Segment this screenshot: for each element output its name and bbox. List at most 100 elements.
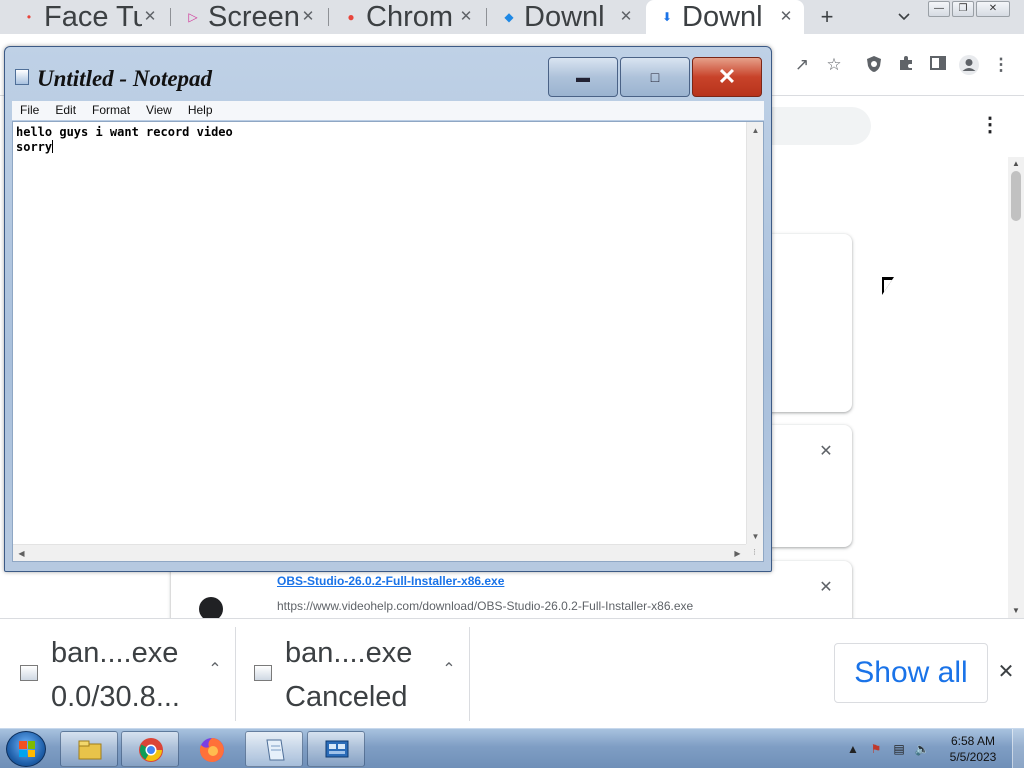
download-file-link[interactable]: OBS-Studio-26.0.2-Full-Installer-x86.exe (277, 574, 504, 588)
close-button[interactable]: ✕ (692, 57, 762, 97)
restore-icon[interactable]: ❐ (952, 1, 974, 17)
horizontal-scrollbar[interactable]: ◀ ▶ (13, 544, 746, 561)
scroll-right-arrow-icon[interactable]: ▶ (729, 545, 746, 562)
notepad-text[interactable]: hello guys i want record video sorry (16, 125, 744, 545)
menu-help[interactable]: Help (180, 101, 221, 120)
close-icon[interactable]: ✕ (818, 441, 834, 461)
minimize-button[interactable]: ▬ (548, 57, 618, 97)
text-line: hello guys i want record video (16, 125, 233, 139)
tab-downloads-active[interactable]: ⬇ Downl ✕ (646, 0, 804, 34)
star-icon[interactable]: ☆ (823, 54, 845, 76)
chrome-icon (139, 738, 163, 762)
tab-title: Downl (682, 1, 763, 33)
explorer-icon (78, 740, 102, 760)
ublock-shield-icon[interactable] (863, 54, 885, 76)
taskbar-control-panel[interactable] (307, 731, 365, 767)
clock-time: 6:58 AM (950, 734, 996, 748)
text-line: sorry (16, 140, 53, 154)
tab-title: Face Tu (44, 1, 142, 33)
show-hidden-icons-icon[interactable]: ▲ (845, 741, 861, 757)
close-icon[interactable]: ✕ (458, 0, 474, 34)
tab-title: Downl (524, 1, 605, 33)
taskbar-chrome[interactable] (121, 731, 179, 767)
close-icon[interactable]: ✕ (142, 0, 158, 34)
tab-separator (170, 8, 171, 26)
chrome-favicon-icon: ● (347, 10, 355, 24)
download-item[interactable]: ban....exe 0.0/30.8... ⌃ (2, 627, 236, 721)
minimize-icon[interactable]: — (928, 1, 950, 17)
more-menu-icon[interactable]: ⋮ (990, 54, 1012, 76)
tab-chrom[interactable]: ● Chrom ✕ (330, 0, 484, 34)
firefox-icon (199, 738, 224, 762)
share-icon[interactable]: ↗ (791, 54, 813, 76)
mouse-cursor-fill (884, 280, 892, 292)
maximize-button[interactable]: □ (620, 57, 690, 97)
action-center-flag-icon[interactable]: ⚑ (868, 741, 884, 757)
more-actions-icon[interactable]: ⋮ (980, 115, 1000, 135)
download-arrow-icon: ⬇ (661, 10, 673, 24)
close-icon[interactable]: ✕ (778, 0, 794, 34)
taskbar-firefox[interactable] (182, 731, 240, 767)
chevron-down-icon[interactable] (894, 6, 914, 26)
notepad-titlebar[interactable]: Untitled - Notepad ▬ □ ✕ (5, 47, 771, 101)
tab-downl[interactable]: ◆ Downl ✕ (488, 0, 644, 34)
show-desktop-button[interactable] (1012, 729, 1024, 768)
exe-file-icon (254, 665, 272, 681)
taskbar-notepad[interactable] (245, 731, 303, 767)
screencast-favicon-icon: ▷ (188, 10, 198, 24)
dot-favicon-icon: • (26, 10, 32, 24)
scroll-down-arrow-icon[interactable]: ▼ (747, 528, 764, 545)
notepad-window: Untitled - Notepad ▬ □ ✕ File Edit Forma… (4, 46, 772, 572)
scroll-up-arrow-icon[interactable]: ▲ (1008, 157, 1024, 171)
side-panel-icon[interactable] (927, 54, 949, 76)
tab-title: Screen (208, 1, 300, 33)
tab-separator (486, 8, 487, 26)
resize-grip-icon[interactable]: ⁝ (746, 544, 763, 561)
taskbar-clock[interactable]: 6:58 AM 5/5/2023 (940, 733, 1006, 765)
download-name: ban....exe (51, 637, 179, 669)
windows-logo-icon (19, 741, 35, 757)
tab-title: Chrom (366, 1, 454, 33)
close-icon[interactable]: ✕ (300, 0, 316, 34)
close-icon[interactable]: ✕ (618, 0, 634, 34)
scroll-up-arrow-icon[interactable]: ▲ (747, 122, 764, 139)
chevron-up-icon[interactable]: ⌃ (206, 659, 224, 679)
windows-taskbar: ▲ ⚑ ▤ 🔈 6:58 AM 5/5/2023 (0, 728, 1024, 768)
close-icon[interactable]: ✕ (818, 577, 834, 597)
network-icon[interactable]: ▤ (891, 741, 907, 757)
tab-screen[interactable]: ▷ Screen ✕ (172, 0, 326, 34)
download-item[interactable]: ban....exe Canceled ⌃ (236, 627, 470, 721)
scroll-down-arrow-icon[interactable]: ▼ (1008, 604, 1024, 618)
notepad-title: Untitled - Notepad (37, 66, 213, 91)
tab-face-tu[interactable]: • Face Tu ✕ (8, 0, 168, 34)
close-icon[interactable]: ✕ (976, 1, 1010, 17)
menu-format[interactable]: Format (84, 101, 138, 120)
downloads-search-field[interactable] (770, 107, 871, 145)
page-scrollbar[interactable]: ▲ ▼ (1008, 157, 1024, 618)
close-icon[interactable]: ✕ (996, 661, 1016, 683)
menu-file[interactable]: File (12, 101, 47, 120)
start-button[interactable] (6, 731, 46, 767)
volume-icon[interactable]: 🔈 (914, 741, 930, 757)
scroll-thumb[interactable] (1011, 171, 1021, 221)
vertical-scrollbar[interactable]: ▲ ▼ (746, 122, 763, 545)
scroll-left-arrow-icon[interactable]: ◀ (13, 545, 30, 562)
notepad-text-area[interactable]: hello guys i want record video sorry ▲ ▼… (12, 121, 764, 562)
download-status: Canceled (285, 681, 408, 713)
extensions-puzzle-icon[interactable] (895, 54, 917, 76)
download-name: ban....exe (285, 637, 413, 669)
window-controls: — ❐ ✕ (926, 1, 1010, 17)
download-shelf: ban....exe 0.0/30.8... ⌃ ban....exe Canc… (0, 618, 1024, 728)
show-all-button[interactable]: Show all (834, 643, 988, 703)
download-source-url: https://www.videohelp.com/download/OBS-S… (277, 599, 694, 613)
menu-edit[interactable]: Edit (47, 101, 84, 120)
clock-date: 5/5/2023 (949, 750, 997, 764)
new-tab-button[interactable]: + (814, 4, 840, 30)
notepad-menubar: File Edit Format View Help (12, 101, 764, 120)
notepad-icon (266, 739, 285, 761)
profile-avatar-icon[interactable] (958, 54, 980, 76)
taskbar-explorer[interactable] (60, 731, 118, 767)
tab-separator (328, 8, 329, 26)
menu-view[interactable]: View (138, 101, 180, 120)
chevron-up-icon[interactable]: ⌃ (440, 659, 458, 679)
